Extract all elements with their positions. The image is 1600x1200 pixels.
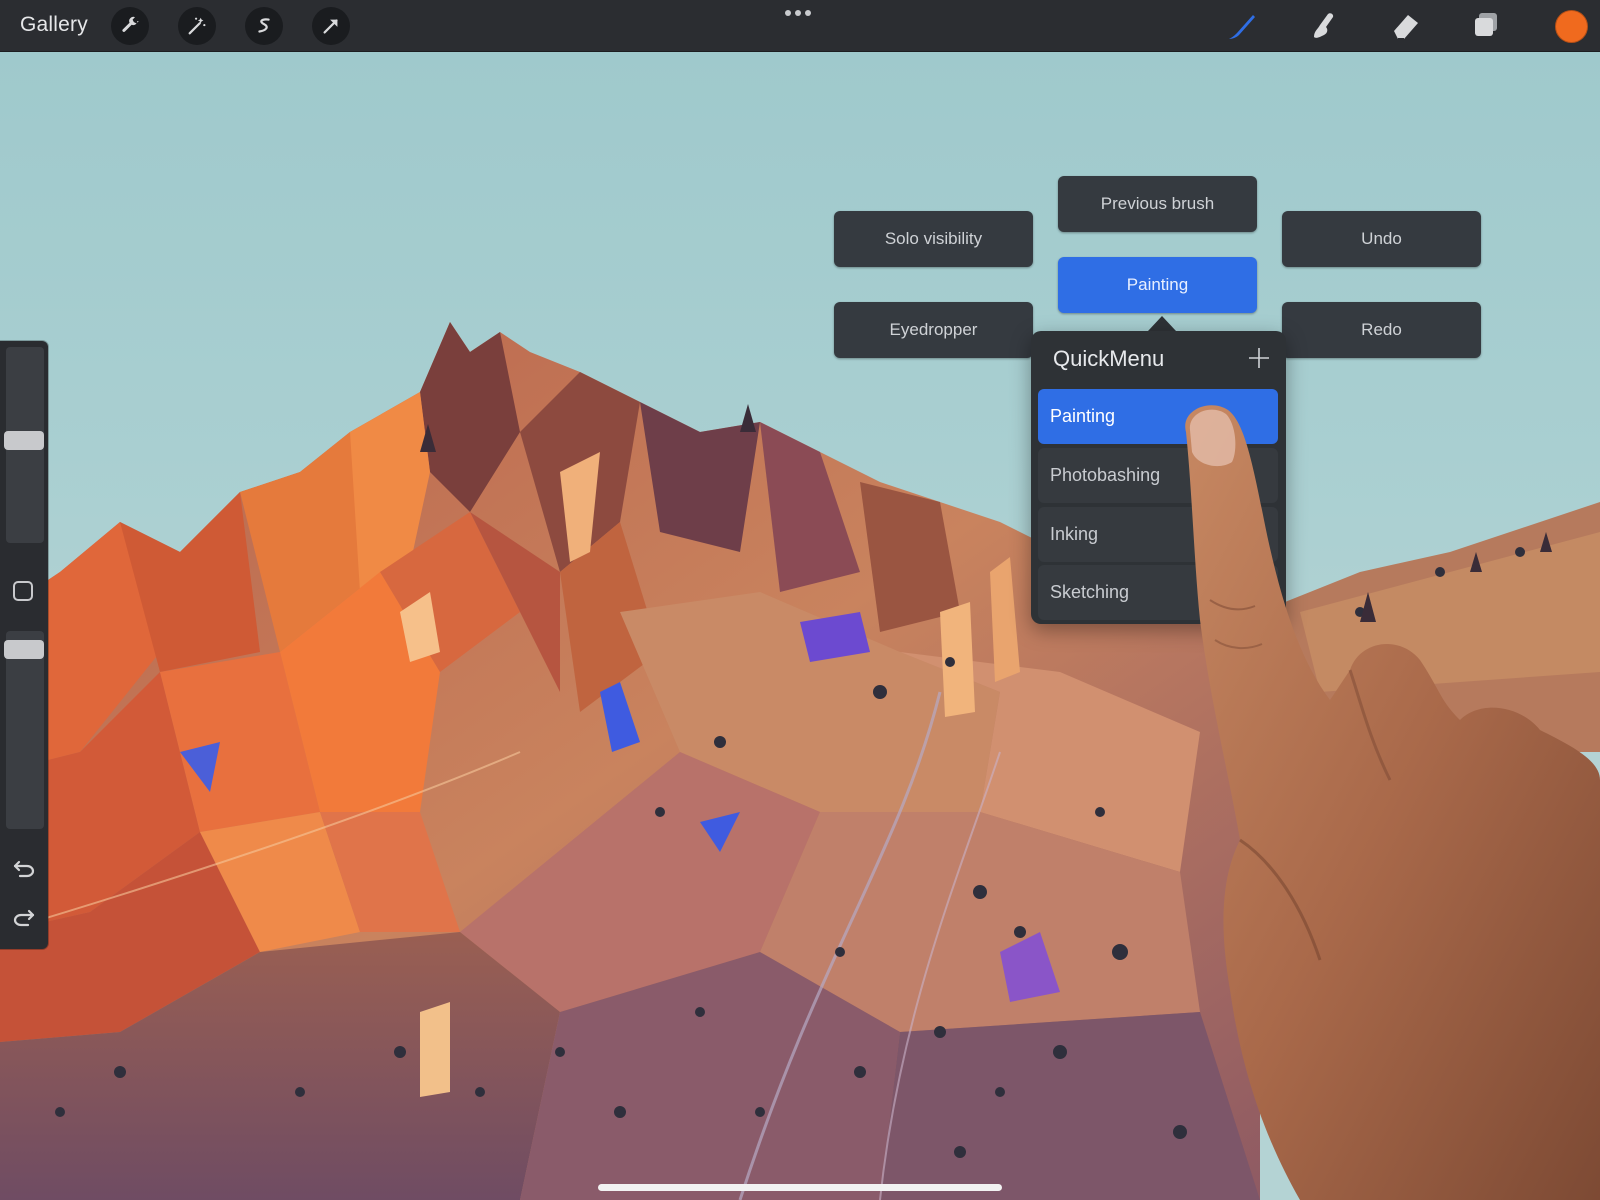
layers-tool[interactable] [1467,8,1505,44]
redo-icon [13,909,35,927]
selection-button[interactable] [245,7,283,45]
wrench-icon [122,16,139,32]
gallery-button[interactable]: Gallery [20,13,88,37]
adjustments-button[interactable] [178,7,216,45]
home-indicator[interactable] [598,1184,1002,1191]
undo-icon [13,860,35,878]
layers-icon [1475,13,1497,36]
left-sidebar [0,341,48,949]
quickmenu-redo-button[interactable]: Redo [1282,302,1481,358]
smudge-icon [1314,13,1334,38]
brush-size-thumb[interactable] [4,431,44,450]
eraser-tool[interactable] [1386,8,1424,44]
smudge-tool[interactable] [1304,8,1342,44]
quickmenu-item-photobashing[interactable]: Photobashing [1038,448,1278,503]
transform-button[interactable] [312,7,350,45]
quickmenu-title: QuickMenu [1053,346,1165,371]
transform-arrow-icon [323,19,338,34]
brush-icon [1229,15,1255,39]
quickmenu-panel: QuickMenu Painting Photobashing Inking S… [1031,331,1286,624]
modify-button[interactable] [13,581,33,601]
quickmenu-previous-brush-button[interactable]: Previous brush [1058,176,1257,232]
eraser-icon [1394,15,1418,40]
more-options-icon[interactable] [785,10,811,16]
quickmenu-item-painting[interactable]: Painting [1038,389,1278,444]
quickmenu-item-inking[interactable]: Inking [1038,507,1278,562]
quickmenu-undo-button[interactable]: Undo [1282,211,1481,267]
magic-wand-icon [188,17,206,35]
brush-tool[interactable] [1223,8,1261,44]
quickmenu-eyedropper-button[interactable]: Eyedropper [834,302,1033,358]
add-quickmenu-button[interactable] [1248,347,1270,369]
redo-button[interactable] [11,904,37,930]
actions-button[interactable] [111,7,149,45]
quickmenu-pointer [1148,316,1176,331]
plus-icon [1249,348,1269,368]
opacity-slider[interactable] [6,631,44,829]
opacity-thumb[interactable] [4,640,44,659]
color-picker-button[interactable] [1555,10,1588,43]
undo-button[interactable] [11,855,37,881]
top-toolbar: Gallery [0,0,1600,52]
quickmenu-item-sketching[interactable]: Sketching [1038,565,1278,620]
quickmenu-solo-visibility-button[interactable]: Solo visibility [834,211,1033,267]
quickmenu-painting-button[interactable]: Painting [1058,257,1257,313]
selection-icon [258,18,270,33]
